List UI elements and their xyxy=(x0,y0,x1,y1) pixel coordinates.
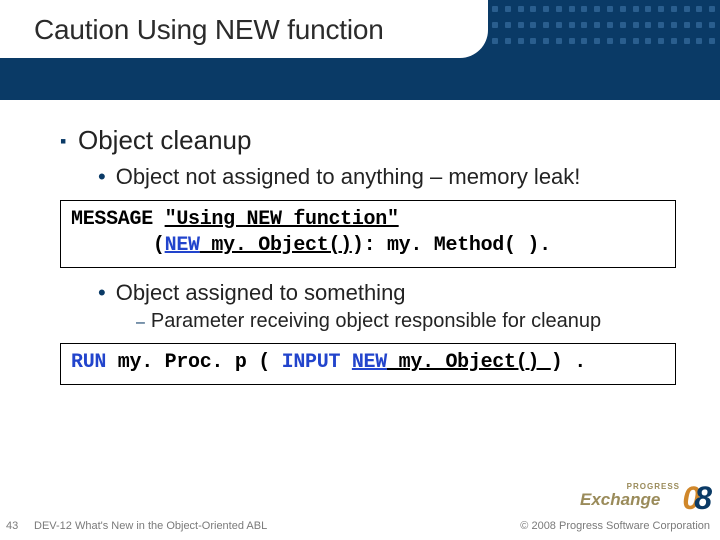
footer-left-text: DEV-12 What's New in the Object-Oriented… xyxy=(34,520,267,532)
code-keyword-run: RUN xyxy=(71,351,106,374)
code-rparen: ) xyxy=(352,234,364,257)
code-keyword-new: NEW xyxy=(165,234,200,257)
bullet-level2-text: Object not assigned to anything – memory… xyxy=(116,164,581,189)
code-keyword-input: INPUT xyxy=(282,351,341,374)
code-text: my. Object() xyxy=(387,351,551,374)
slide: Caution Using NEW function ▪ Object clean… xyxy=(0,0,720,540)
decorative-dots xyxy=(492,6,716,48)
bullet-level2-group-a: • Object not assigned to anything – memor… xyxy=(98,164,676,190)
code-text: . xyxy=(563,351,586,374)
title-area: Caution Using NEW function xyxy=(0,0,488,58)
bullet-level1: ▪ Object cleanup xyxy=(60,125,676,156)
code-text: my. Proc. p ( xyxy=(106,351,282,374)
dash-bullet-icon: – xyxy=(136,314,145,332)
code-indent xyxy=(71,234,153,257)
bullet-level3-text: Parameter receiving object responsible f… xyxy=(151,310,601,332)
code-string: "Using NEW function" xyxy=(165,208,399,231)
slide-content: ▪ Object cleanup • Object not assigned to … xyxy=(60,125,676,397)
slide-title: Caution Using NEW function xyxy=(0,0,488,46)
bullet-level2-text: Object assigned to something xyxy=(116,280,406,305)
footer-copyright: © 2008 Progress Software Corporation xyxy=(520,520,710,532)
dot-bullet-icon: • xyxy=(98,164,106,190)
bullet-level3-item: –Parameter receiving object responsible … xyxy=(136,310,676,333)
bullet-level2-item: • Object assigned to something xyxy=(98,280,676,306)
code-box-2: RUN my. Proc. p ( INPUT NEW my. Object()… xyxy=(60,343,676,385)
logo-exchange-text: Exchange xyxy=(580,490,660,510)
code-lparen: ( xyxy=(153,234,165,257)
code-space xyxy=(340,351,352,374)
code-box-1: MESSAGE "Using NEW function" (NEW my. Ob… xyxy=(60,200,676,268)
code-text: my. Object() xyxy=(200,234,352,257)
code-keyword-new: NEW xyxy=(352,351,387,374)
bullet-level2-item: • Object not assigned to anything – memor… xyxy=(98,164,676,190)
code-text: MESSAGE xyxy=(71,208,165,231)
footer: 43 DEV-12 What's New in the Object-Orien… xyxy=(0,508,720,540)
dot-bullet-icon: • xyxy=(98,280,106,306)
code-rparen: ) xyxy=(551,351,563,374)
bullet-level1-text: Object cleanup xyxy=(78,125,251,155)
square-bullet-icon: ▪ xyxy=(60,131,68,152)
bullet-level2-group-b: • Object assigned to something xyxy=(98,280,676,306)
slide-number: 43 xyxy=(6,520,18,532)
bullet-level3-group: –Parameter receiving object responsible … xyxy=(136,310,676,333)
code-text: : my. Method( ). xyxy=(364,234,551,257)
